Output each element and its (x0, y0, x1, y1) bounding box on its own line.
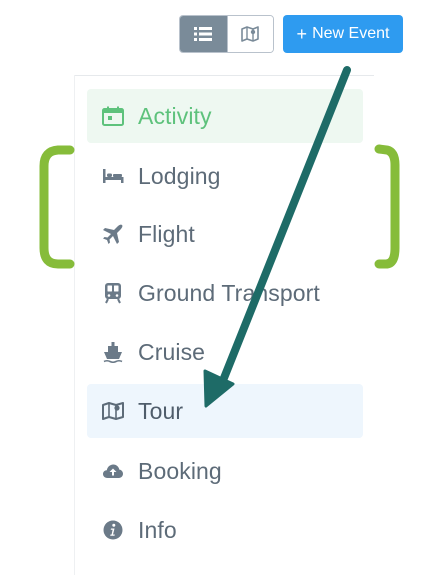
map-icon (241, 26, 260, 42)
ship-icon (101, 340, 125, 364)
list-view-button[interactable] (180, 16, 227, 52)
menu-item-lodging[interactable]: Lodging (87, 149, 363, 203)
menu-item-label: Lodging (138, 162, 221, 189)
menu-item-ground-transport[interactable]: Ground Transport (87, 266, 363, 320)
menu-item-activity[interactable]: Activity (87, 89, 363, 143)
map-icon (101, 399, 125, 423)
menu-item-tour[interactable]: Tour (87, 384, 363, 438)
menu-item-label: Ground Transport (138, 279, 320, 306)
menu-top-divider (74, 75, 374, 76)
menu-item-cruise[interactable]: Cruise (87, 325, 363, 379)
menu-item-label: Tour (138, 397, 184, 424)
menu-left-divider (74, 75, 75, 575)
map-view-button[interactable] (226, 16, 273, 52)
left-bracket-annotation (39, 145, 75, 269)
menu-item-label: Info (138, 516, 177, 543)
menu-item-flight[interactable]: Flight (87, 207, 363, 261)
right-bracket-annotation (374, 144, 400, 269)
view-toggle (179, 15, 274, 53)
menu-item-info[interactable]: Info (87, 503, 363, 557)
train-icon (101, 281, 125, 305)
list-icon (194, 27, 213, 41)
info-icon (101, 518, 125, 542)
menu-item-label: Booking (138, 457, 222, 484)
plus-icon: + (296, 24, 308, 44)
calendar-icon (101, 104, 125, 128)
airplane-icon (101, 222, 125, 246)
menu-item-label: Activity (138, 102, 212, 129)
menu-item-label: Cruise (138, 338, 206, 365)
menu-item-booking[interactable]: Booking (87, 444, 363, 498)
cloud-upload-icon (101, 459, 125, 483)
menu-item-label: Flight (138, 220, 195, 247)
new-event-button[interactable]: + New Event (283, 15, 403, 53)
bed-icon (101, 164, 125, 188)
new-event-label: New Event (312, 25, 390, 42)
